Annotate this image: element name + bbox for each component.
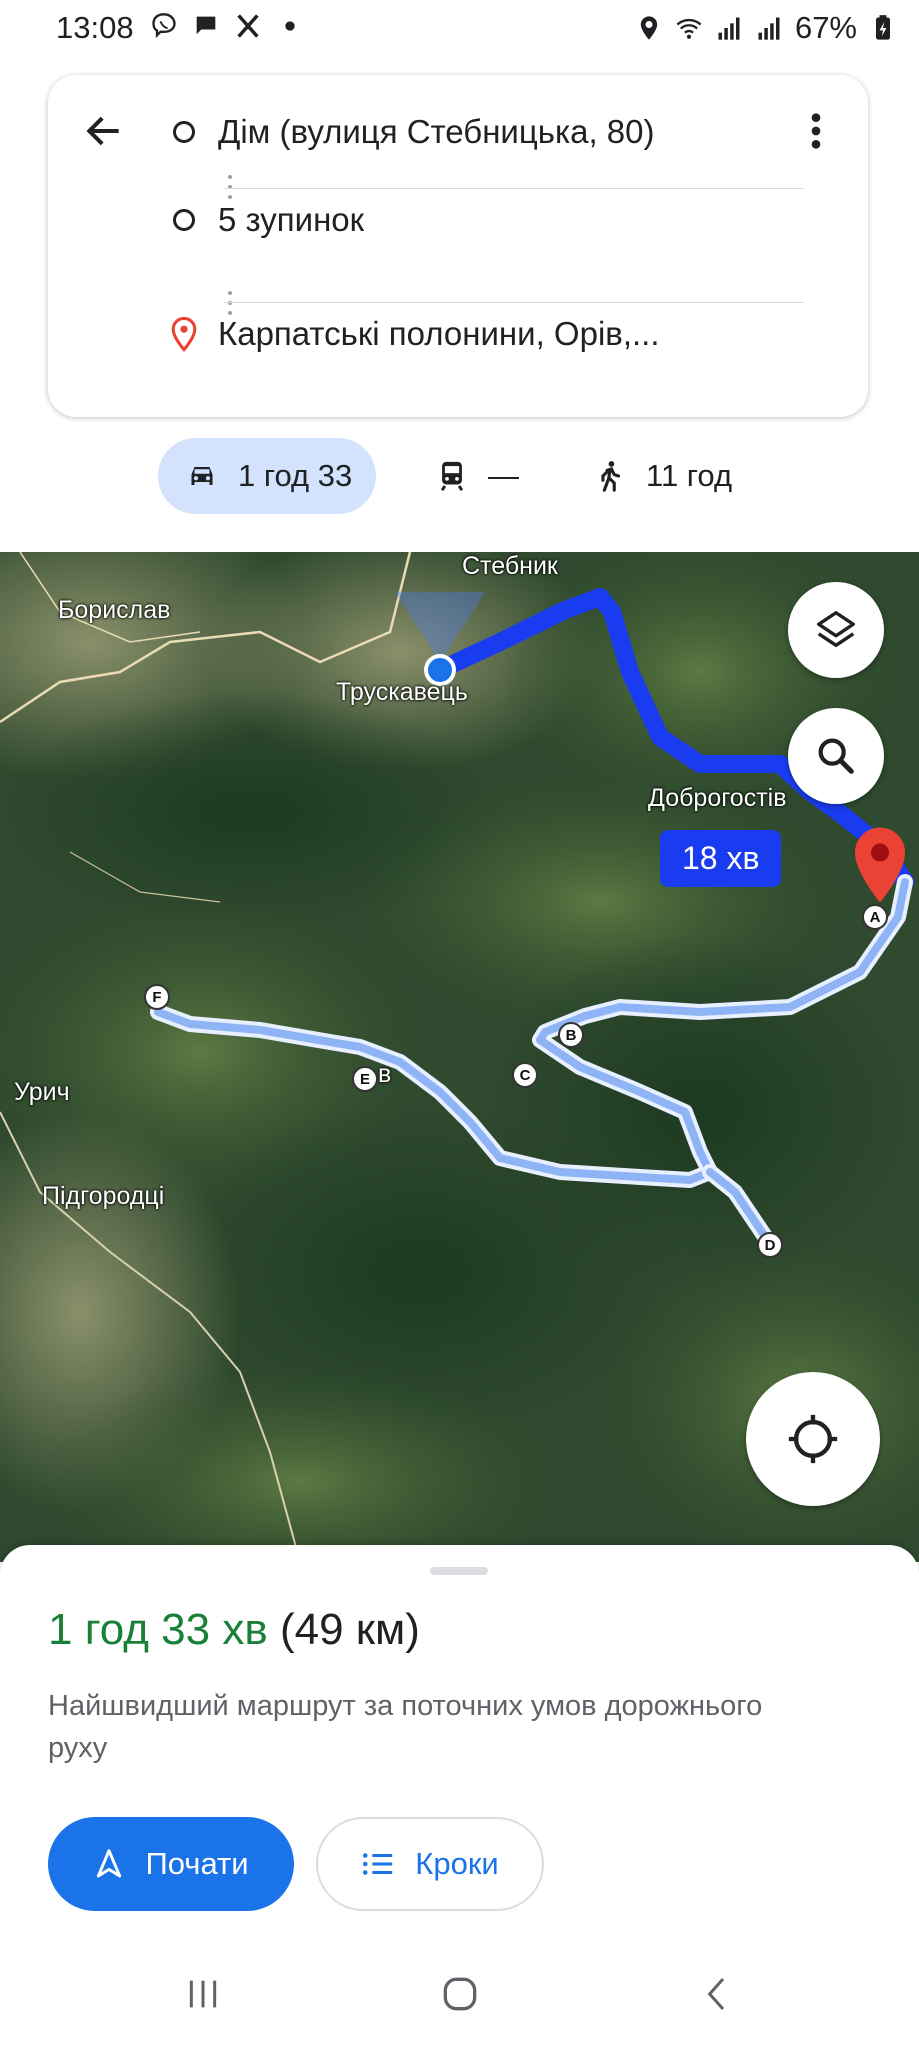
steps-label: Кроки — [415, 1846, 499, 1881]
train-icon — [432, 456, 472, 496]
route-description: Найшвидший маршрут за поточних умов доро… — [48, 1690, 763, 1764]
stops-label: 5 зупинок — [218, 201, 365, 238]
steps-button[interactable]: Кроки — [316, 1817, 544, 1911]
route-summary: 1 год 33 хв (49 км) — [48, 1605, 420, 1655]
destination-marker-icon[interactable] — [850, 824, 910, 906]
mode-walk[interactable]: 11 год — [590, 438, 732, 514]
transit-time: — — [488, 458, 519, 493]
signal-icon — [755, 14, 783, 42]
layers-button[interactable] — [788, 582, 884, 678]
x-icon — [234, 12, 262, 40]
route-card: Дім (вулиця Стебницька, 80) 5 зупинок Ка… — [48, 75, 868, 417]
map-label-dobrohostiv: Доброгостів — [648, 784, 787, 812]
list-icon — [363, 1853, 393, 1875]
status-time: 13:08 — [56, 10, 134, 45]
travel-modes: 1 год 33 — 11 год — [0, 438, 919, 518]
status-bar: 13:08 67% — [0, 0, 919, 56]
stop-marker-b[interactable]: B — [558, 1022, 584, 1048]
mode-drive[interactable]: 1 год 33 — [158, 438, 377, 514]
walk-icon — [590, 456, 630, 496]
stop-circle-icon — [173, 209, 195, 231]
origin-circle-icon — [173, 121, 195, 143]
destination-row[interactable]: Карпатські полонини, Орів,... — [160, 289, 750, 379]
start-label: Почати — [145, 1846, 249, 1881]
back-nav-button[interactable] — [688, 1966, 748, 2022]
viber-icon — [150, 12, 178, 40]
route-distance: (49 км) — [279, 1605, 420, 1654]
stop-marker-c[interactable]: C — [512, 1062, 538, 1088]
origin-label: Дім (вулиця Стебницька, 80) — [218, 113, 655, 150]
home-icon — [443, 1977, 477, 2011]
route-duration: 1 год 33 хв — [48, 1605, 268, 1654]
map-label-urych: Урич — [14, 1078, 70, 1106]
destination-label: Карпатські полонини, Орів,... — [218, 315, 660, 352]
destination-pin-icon — [171, 316, 197, 352]
recent-apps-icon — [189, 1980, 217, 2008]
chevron-left-icon — [707, 1978, 725, 2010]
drive-time: 1 год 33 — [238, 458, 353, 493]
search-icon — [818, 738, 854, 774]
start-button[interactable]: Почати — [48, 1817, 294, 1911]
route-time-bubble[interactable]: 18 хв — [660, 830, 782, 887]
battery-icon — [869, 14, 897, 42]
arrow-back-icon — [86, 116, 119, 146]
stop-marker-f[interactable]: F — [144, 984, 170, 1010]
my-location-icon — [788, 1414, 838, 1464]
dot-icon — [276, 12, 304, 40]
back-button[interactable] — [76, 103, 132, 159]
stop-marker-d[interactable]: D — [757, 1232, 783, 1258]
map-view[interactable]: Стебник Борислав Трускавець Доброгостів … — [0, 552, 919, 1562]
system-nav-bar — [0, 1940, 919, 2048]
sheet-drag-handle[interactable] — [430, 1567, 488, 1575]
origin-row[interactable]: Дім (вулиця Стебницька, 80) — [160, 87, 750, 177]
mode-transit[interactable]: — — [432, 438, 519, 514]
search-button[interactable] — [788, 708, 884, 804]
layers-icon — [817, 611, 855, 648]
stop-marker-e[interactable]: E — [352, 1066, 378, 1092]
wifi-icon — [675, 14, 703, 42]
navigation-arrow-icon — [97, 1849, 122, 1878]
recent-apps-button[interactable] — [173, 1966, 233, 2022]
more-options-button[interactable] — [796, 103, 836, 159]
more-vert-icon — [811, 113, 821, 149]
walk-time: 11 год — [646, 458, 733, 493]
my-location-button[interactable] — [746, 1372, 880, 1506]
home-button[interactable] — [430, 1966, 490, 2022]
stop-marker-a[interactable]: A — [862, 904, 888, 930]
map-label-boryslav: Борислав — [58, 596, 171, 624]
map-label-pidhorodtsi: Підгородці — [42, 1182, 165, 1210]
location-icon — [635, 14, 663, 42]
signal-icon — [715, 14, 743, 42]
battery-percent: 67% — [794, 10, 857, 45]
stops-row[interactable]: 5 зупинок — [160, 175, 750, 265]
car-icon — [182, 456, 222, 496]
map-label-oriv: в — [378, 1060, 392, 1088]
map-label-stebnyk: Стебник — [462, 552, 558, 580]
map-label-truskavets: Трускавець — [336, 678, 468, 706]
chat-icon — [192, 12, 220, 40]
